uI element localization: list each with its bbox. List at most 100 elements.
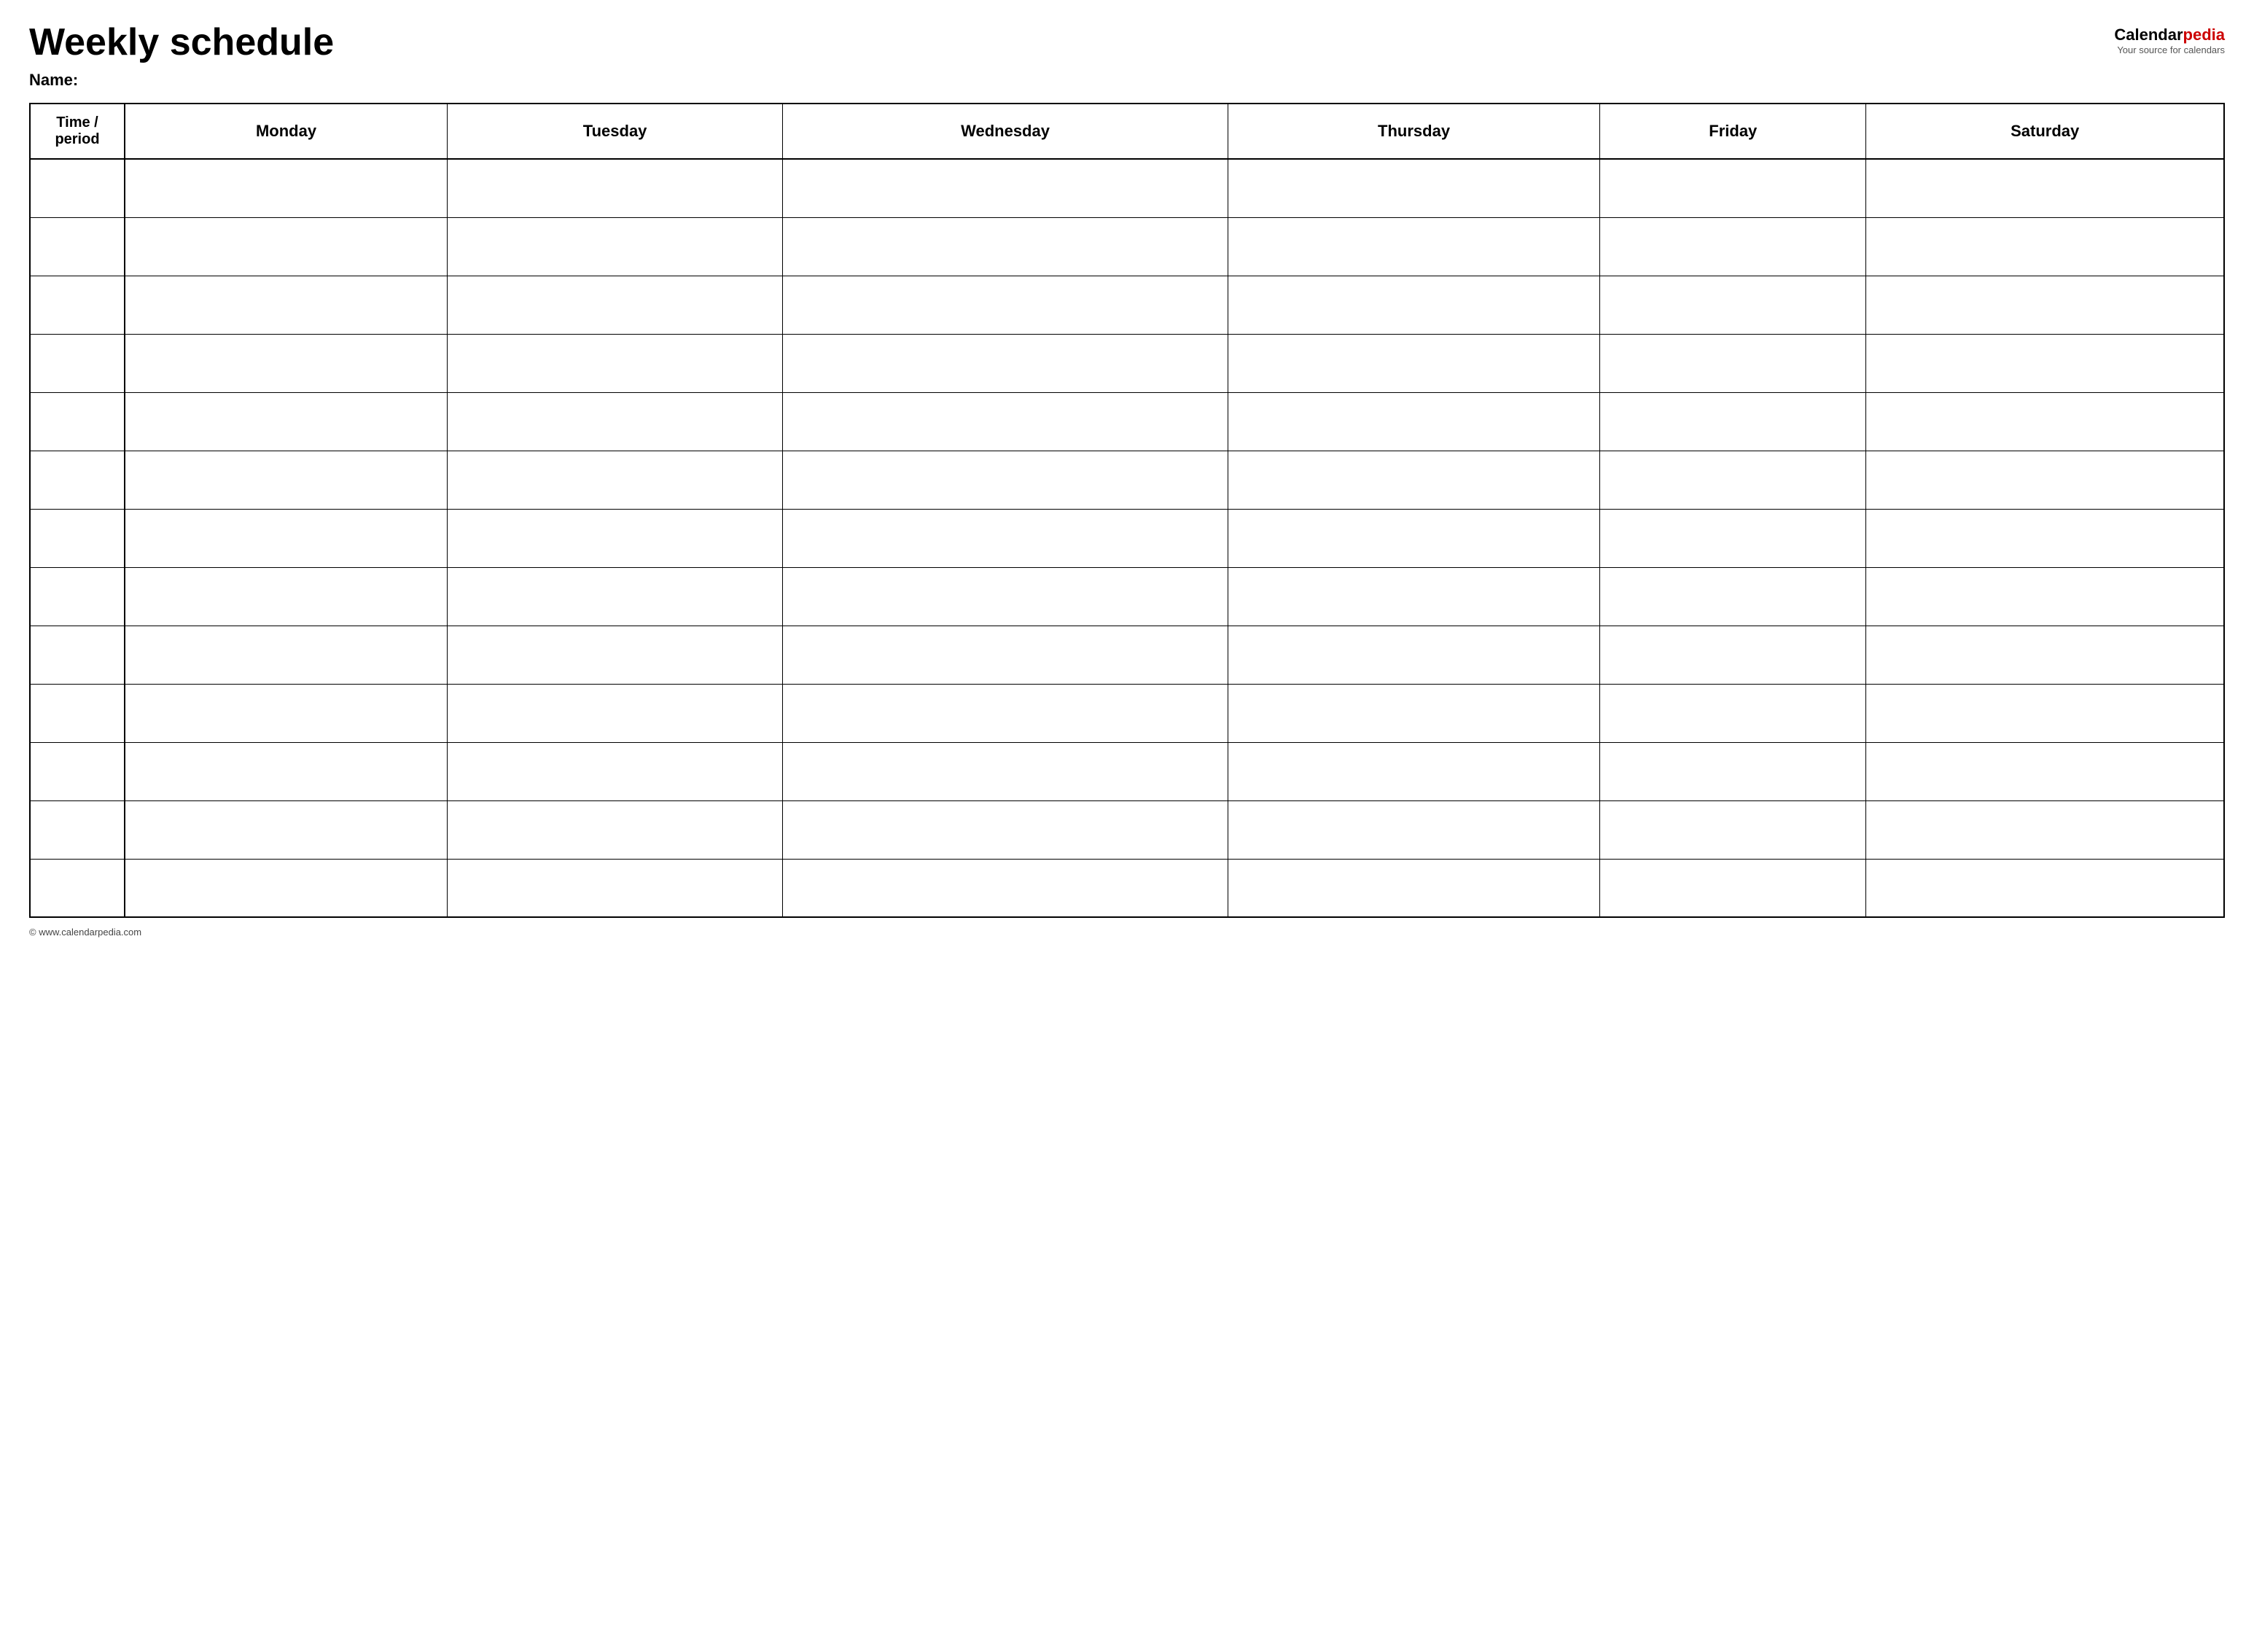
schedule-cell[interactable] — [1228, 392, 1599, 451]
schedule-cell[interactable] — [1866, 451, 2224, 509]
schedule-cell[interactable] — [783, 626, 1228, 684]
schedule-cell[interactable] — [783, 859, 1228, 917]
schedule-cell[interactable] — [125, 859, 448, 917]
schedule-cell[interactable] — [1228, 567, 1599, 626]
schedule-cell[interactable] — [1600, 509, 1866, 567]
schedule-cell[interactable] — [448, 159, 783, 217]
time-cell[interactable] — [30, 392, 125, 451]
schedule-cell[interactable] — [448, 626, 783, 684]
schedule-cell[interactable] — [1600, 800, 1866, 859]
schedule-cell[interactable] — [1228, 159, 1599, 217]
schedule-cell[interactable] — [1228, 859, 1599, 917]
table-header-row: Time / period Monday Tuesday Wednesday T… — [30, 104, 2224, 159]
schedule-cell[interactable] — [1228, 334, 1599, 392]
schedule-cell[interactable] — [448, 217, 783, 276]
schedule-cell[interactable] — [1228, 742, 1599, 800]
schedule-cell[interactable] — [125, 217, 448, 276]
time-cell[interactable] — [30, 742, 125, 800]
schedule-cell[interactable] — [783, 509, 1228, 567]
schedule-cell[interactable] — [1866, 742, 2224, 800]
schedule-cell[interactable] — [125, 509, 448, 567]
schedule-cell[interactable] — [125, 392, 448, 451]
schedule-cell[interactable] — [1866, 509, 2224, 567]
schedule-cell[interactable] — [1600, 742, 1866, 800]
time-cell[interactable] — [30, 626, 125, 684]
time-cell[interactable] — [30, 217, 125, 276]
table-row — [30, 392, 2224, 451]
schedule-cell[interactable] — [1866, 859, 2224, 917]
name-label: Name: — [29, 71, 2225, 90]
schedule-cell[interactable] — [1600, 334, 1866, 392]
schedule-cell[interactable] — [125, 159, 448, 217]
schedule-cell[interactable] — [1600, 451, 1866, 509]
schedule-cell[interactable] — [1228, 217, 1599, 276]
schedule-cell[interactable] — [1600, 626, 1866, 684]
schedule-cell[interactable] — [1228, 626, 1599, 684]
schedule-cell[interactable] — [783, 334, 1228, 392]
time-cell[interactable] — [30, 159, 125, 217]
schedule-cell[interactable] — [125, 276, 448, 334]
logo: Calendarpedia — [2114, 26, 2225, 44]
schedule-cell[interactable] — [1600, 217, 1866, 276]
schedule-cell[interactable] — [1600, 567, 1866, 626]
schedule-cell[interactable] — [1866, 217, 2224, 276]
schedule-cell[interactable] — [1866, 159, 2224, 217]
schedule-cell[interactable] — [448, 276, 783, 334]
schedule-cell[interactable] — [783, 451, 1228, 509]
schedule-cell[interactable] — [1866, 684, 2224, 742]
schedule-cell[interactable] — [1600, 276, 1866, 334]
time-cell[interactable] — [30, 684, 125, 742]
logo-pedia: pedia — [2183, 26, 2225, 44]
schedule-cell[interactable] — [125, 800, 448, 859]
schedule-cell[interactable] — [1866, 626, 2224, 684]
schedule-cell[interactable] — [448, 859, 783, 917]
page-title: Weekly schedule — [29, 22, 334, 63]
schedule-cell[interactable] — [1866, 800, 2224, 859]
schedule-cell[interactable] — [783, 742, 1228, 800]
schedule-cell[interactable] — [783, 392, 1228, 451]
schedule-cell[interactable] — [1228, 276, 1599, 334]
schedule-cell[interactable] — [1866, 334, 2224, 392]
schedule-cell[interactable] — [448, 684, 783, 742]
schedule-cell[interactable] — [783, 217, 1228, 276]
schedule-cell[interactable] — [125, 567, 448, 626]
schedule-cell[interactable] — [1600, 159, 1866, 217]
time-cell[interactable] — [30, 859, 125, 917]
schedule-cell[interactable] — [1600, 859, 1866, 917]
schedule-cell[interactable] — [448, 567, 783, 626]
schedule-cell[interactable] — [125, 684, 448, 742]
schedule-cell[interactable] — [448, 334, 783, 392]
time-cell[interactable] — [30, 800, 125, 859]
schedule-cell[interactable] — [783, 684, 1228, 742]
time-cell[interactable] — [30, 451, 125, 509]
schedule-cell[interactable] — [125, 626, 448, 684]
schedule-cell[interactable] — [1600, 684, 1866, 742]
schedule-cell[interactable] — [1228, 800, 1599, 859]
schedule-cell[interactable] — [783, 800, 1228, 859]
schedule-cell[interactable] — [1228, 684, 1599, 742]
schedule-cell[interactable] — [125, 742, 448, 800]
col-header-thursday: Thursday — [1228, 104, 1599, 159]
time-cell[interactable] — [30, 334, 125, 392]
schedule-cell[interactable] — [1600, 392, 1866, 451]
schedule-cell[interactable] — [1228, 509, 1599, 567]
footer: © www.calendarpedia.com — [29, 927, 2225, 938]
time-cell[interactable] — [30, 567, 125, 626]
schedule-cell[interactable] — [448, 509, 783, 567]
time-cell[interactable] — [30, 276, 125, 334]
schedule-cell[interactable] — [1866, 567, 2224, 626]
schedule-cell[interactable] — [448, 800, 783, 859]
schedule-cell[interactable] — [783, 276, 1228, 334]
schedule-cell[interactable] — [1866, 392, 2224, 451]
schedule-cell[interactable] — [783, 567, 1228, 626]
schedule-cell[interactable] — [448, 392, 783, 451]
schedule-cell[interactable] — [125, 451, 448, 509]
schedule-cell[interactable] — [125, 334, 448, 392]
schedule-cell[interactable] — [1866, 276, 2224, 334]
schedule-cell[interactable] — [448, 451, 783, 509]
table-row — [30, 626, 2224, 684]
schedule-cell[interactable] — [783, 159, 1228, 217]
time-cell[interactable] — [30, 509, 125, 567]
schedule-cell[interactable] — [448, 742, 783, 800]
schedule-cell[interactable] — [1228, 451, 1599, 509]
